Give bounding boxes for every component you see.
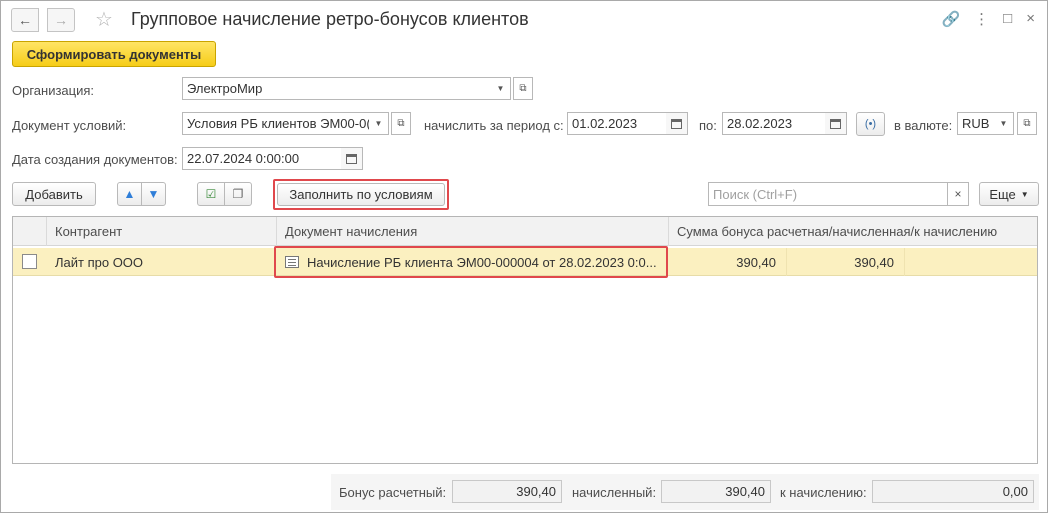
chevron-down-icon: ▼ bbox=[496, 84, 505, 93]
arrow-left-icon: ← bbox=[18, 12, 32, 28]
more-button[interactable]: Еще ▼ bbox=[979, 182, 1039, 206]
bonus-calc-cell: 390,40 bbox=[669, 248, 787, 276]
created-date-field[interactable]: 22.07.2024 0:00:00 bbox=[182, 147, 342, 170]
chevron-down-icon: ▼ bbox=[1020, 189, 1029, 199]
back-button[interactable]: ← bbox=[11, 8, 39, 32]
period-to-calendar-button[interactable] bbox=[825, 112, 847, 135]
period-from-calendar-button[interactable] bbox=[666, 112, 688, 135]
generate-documents-button[interactable]: Сформировать документы bbox=[12, 41, 216, 67]
main-window: ← → ☆ Групповое начисление ретро-бонусов… bbox=[0, 0, 1048, 513]
created-date-label: Дата создания документов: bbox=[12, 152, 178, 167]
document-cell-highlight bbox=[274, 246, 668, 278]
arrow-right-icon: → bbox=[54, 12, 68, 28]
organization-open-button[interactable]: ⧉ bbox=[513, 77, 533, 100]
currency-dropdown-button[interactable]: ▼ bbox=[994, 112, 1014, 135]
open-icon: ⧉ bbox=[397, 118, 405, 129]
open-icon: ⧉ bbox=[1023, 118, 1031, 129]
calendar-icon bbox=[671, 118, 682, 129]
uncheck-all-icon: ❐ bbox=[232, 187, 244, 201]
calendar-icon bbox=[346, 153, 357, 164]
favorite-star-icon[interactable]: ☆ bbox=[95, 7, 113, 32]
more-label: Еще bbox=[989, 186, 1016, 202]
arrow-up-icon: ▲ bbox=[123, 187, 136, 201]
period-select-button[interactable]: (•) bbox=[856, 112, 885, 136]
move-up-button[interactable]: ▲ bbox=[117, 182, 142, 206]
open-icon: ⧉ bbox=[519, 83, 527, 94]
uncheck-all-button[interactable]: ❐ bbox=[224, 182, 252, 206]
organization-field[interactable]: ЭлектроМир bbox=[182, 77, 492, 100]
close-icon: × bbox=[954, 187, 962, 201]
created-date-calendar-button[interactable] bbox=[341, 147, 363, 170]
currency-field[interactable]: RUB bbox=[957, 112, 995, 135]
footer-to-accrue-label: к начислению: bbox=[780, 485, 867, 500]
maximize-icon[interactable]: □ bbox=[1003, 10, 1012, 28]
fill-by-terms-button[interactable]: Заполнить по условиям bbox=[277, 183, 445, 206]
close-icon[interactable]: × bbox=[1026, 10, 1035, 28]
link-icon[interactable]: 🔗 bbox=[941, 10, 960, 28]
terms-doc-dropdown-button[interactable]: ▼ bbox=[369, 112, 389, 135]
period-icon: (•) bbox=[864, 118, 877, 130]
page-title: Групповое начисление ретро-бонусов клиен… bbox=[131, 9, 529, 29]
forward-button[interactable]: → bbox=[47, 8, 75, 32]
period-to-field[interactable]: 28.02.2023 bbox=[722, 112, 826, 135]
period-from-field[interactable]: 01.02.2023 bbox=[567, 112, 667, 135]
footer-accrued-value: 390,40 bbox=[661, 480, 771, 503]
footer-calc-label: Бонус расчетный: bbox=[339, 485, 447, 500]
bonus-accrued-cell: 390,40 bbox=[787, 248, 905, 276]
chevron-down-icon: ▼ bbox=[999, 119, 1008, 128]
search-input[interactable]: Поиск (Ctrl+F) bbox=[708, 182, 948, 206]
footer-calc-value: 390,40 bbox=[452, 480, 562, 503]
bonus-to-accrue-cell bbox=[905, 248, 1037, 276]
counterparty-cell: Лайт про ООО bbox=[55, 254, 144, 270]
search-clear-button[interactable]: × bbox=[947, 182, 969, 206]
arrow-down-icon: ▼ bbox=[147, 187, 160, 201]
calendar-icon bbox=[830, 118, 841, 129]
check-all-icon: ☑ bbox=[205, 187, 217, 201]
currency-open-button[interactable]: ⧉ bbox=[1017, 112, 1037, 135]
column-header-document[interactable]: Документ начисления bbox=[277, 217, 669, 246]
checkbox-column-header bbox=[13, 217, 47, 246]
organization-dropdown-button[interactable]: ▼ bbox=[491, 77, 511, 100]
window-controls: 🔗 ⋮ □ × bbox=[941, 10, 1035, 28]
footer-accrued-label: начисленный: bbox=[572, 485, 657, 500]
period-to-label: по: bbox=[699, 118, 717, 133]
add-button[interactable]: Добавить bbox=[12, 182, 96, 206]
column-header-counterparty[interactable]: Контрагент bbox=[47, 217, 277, 246]
terms-doc-open-button[interactable]: ⧉ bbox=[391, 112, 411, 135]
table-header: Контрагент Документ начисления Сумма бон… bbox=[13, 217, 1037, 246]
organization-label: Организация: bbox=[12, 83, 95, 98]
terms-doc-label: Документ условий: bbox=[12, 118, 127, 133]
period-from-label: начислить за период с: bbox=[424, 118, 564, 133]
column-header-bonus-sum[interactable]: Сумма бонуса расчетная/начисленная/к нач… bbox=[669, 217, 1037, 246]
chevron-down-icon: ▼ bbox=[374, 119, 383, 128]
terms-doc-field[interactable]: Условия РБ клиентов ЭМ00-0( bbox=[182, 112, 370, 135]
move-down-button[interactable]: ▼ bbox=[141, 182, 166, 206]
check-all-button[interactable]: ☑ bbox=[197, 182, 225, 206]
more-menu-icon[interactable]: ⋮ bbox=[974, 10, 989, 28]
currency-label: в валюте: bbox=[894, 118, 953, 133]
footer-to-accrue-value: 0,00 bbox=[872, 480, 1034, 503]
row-checkbox[interactable] bbox=[22, 254, 37, 269]
